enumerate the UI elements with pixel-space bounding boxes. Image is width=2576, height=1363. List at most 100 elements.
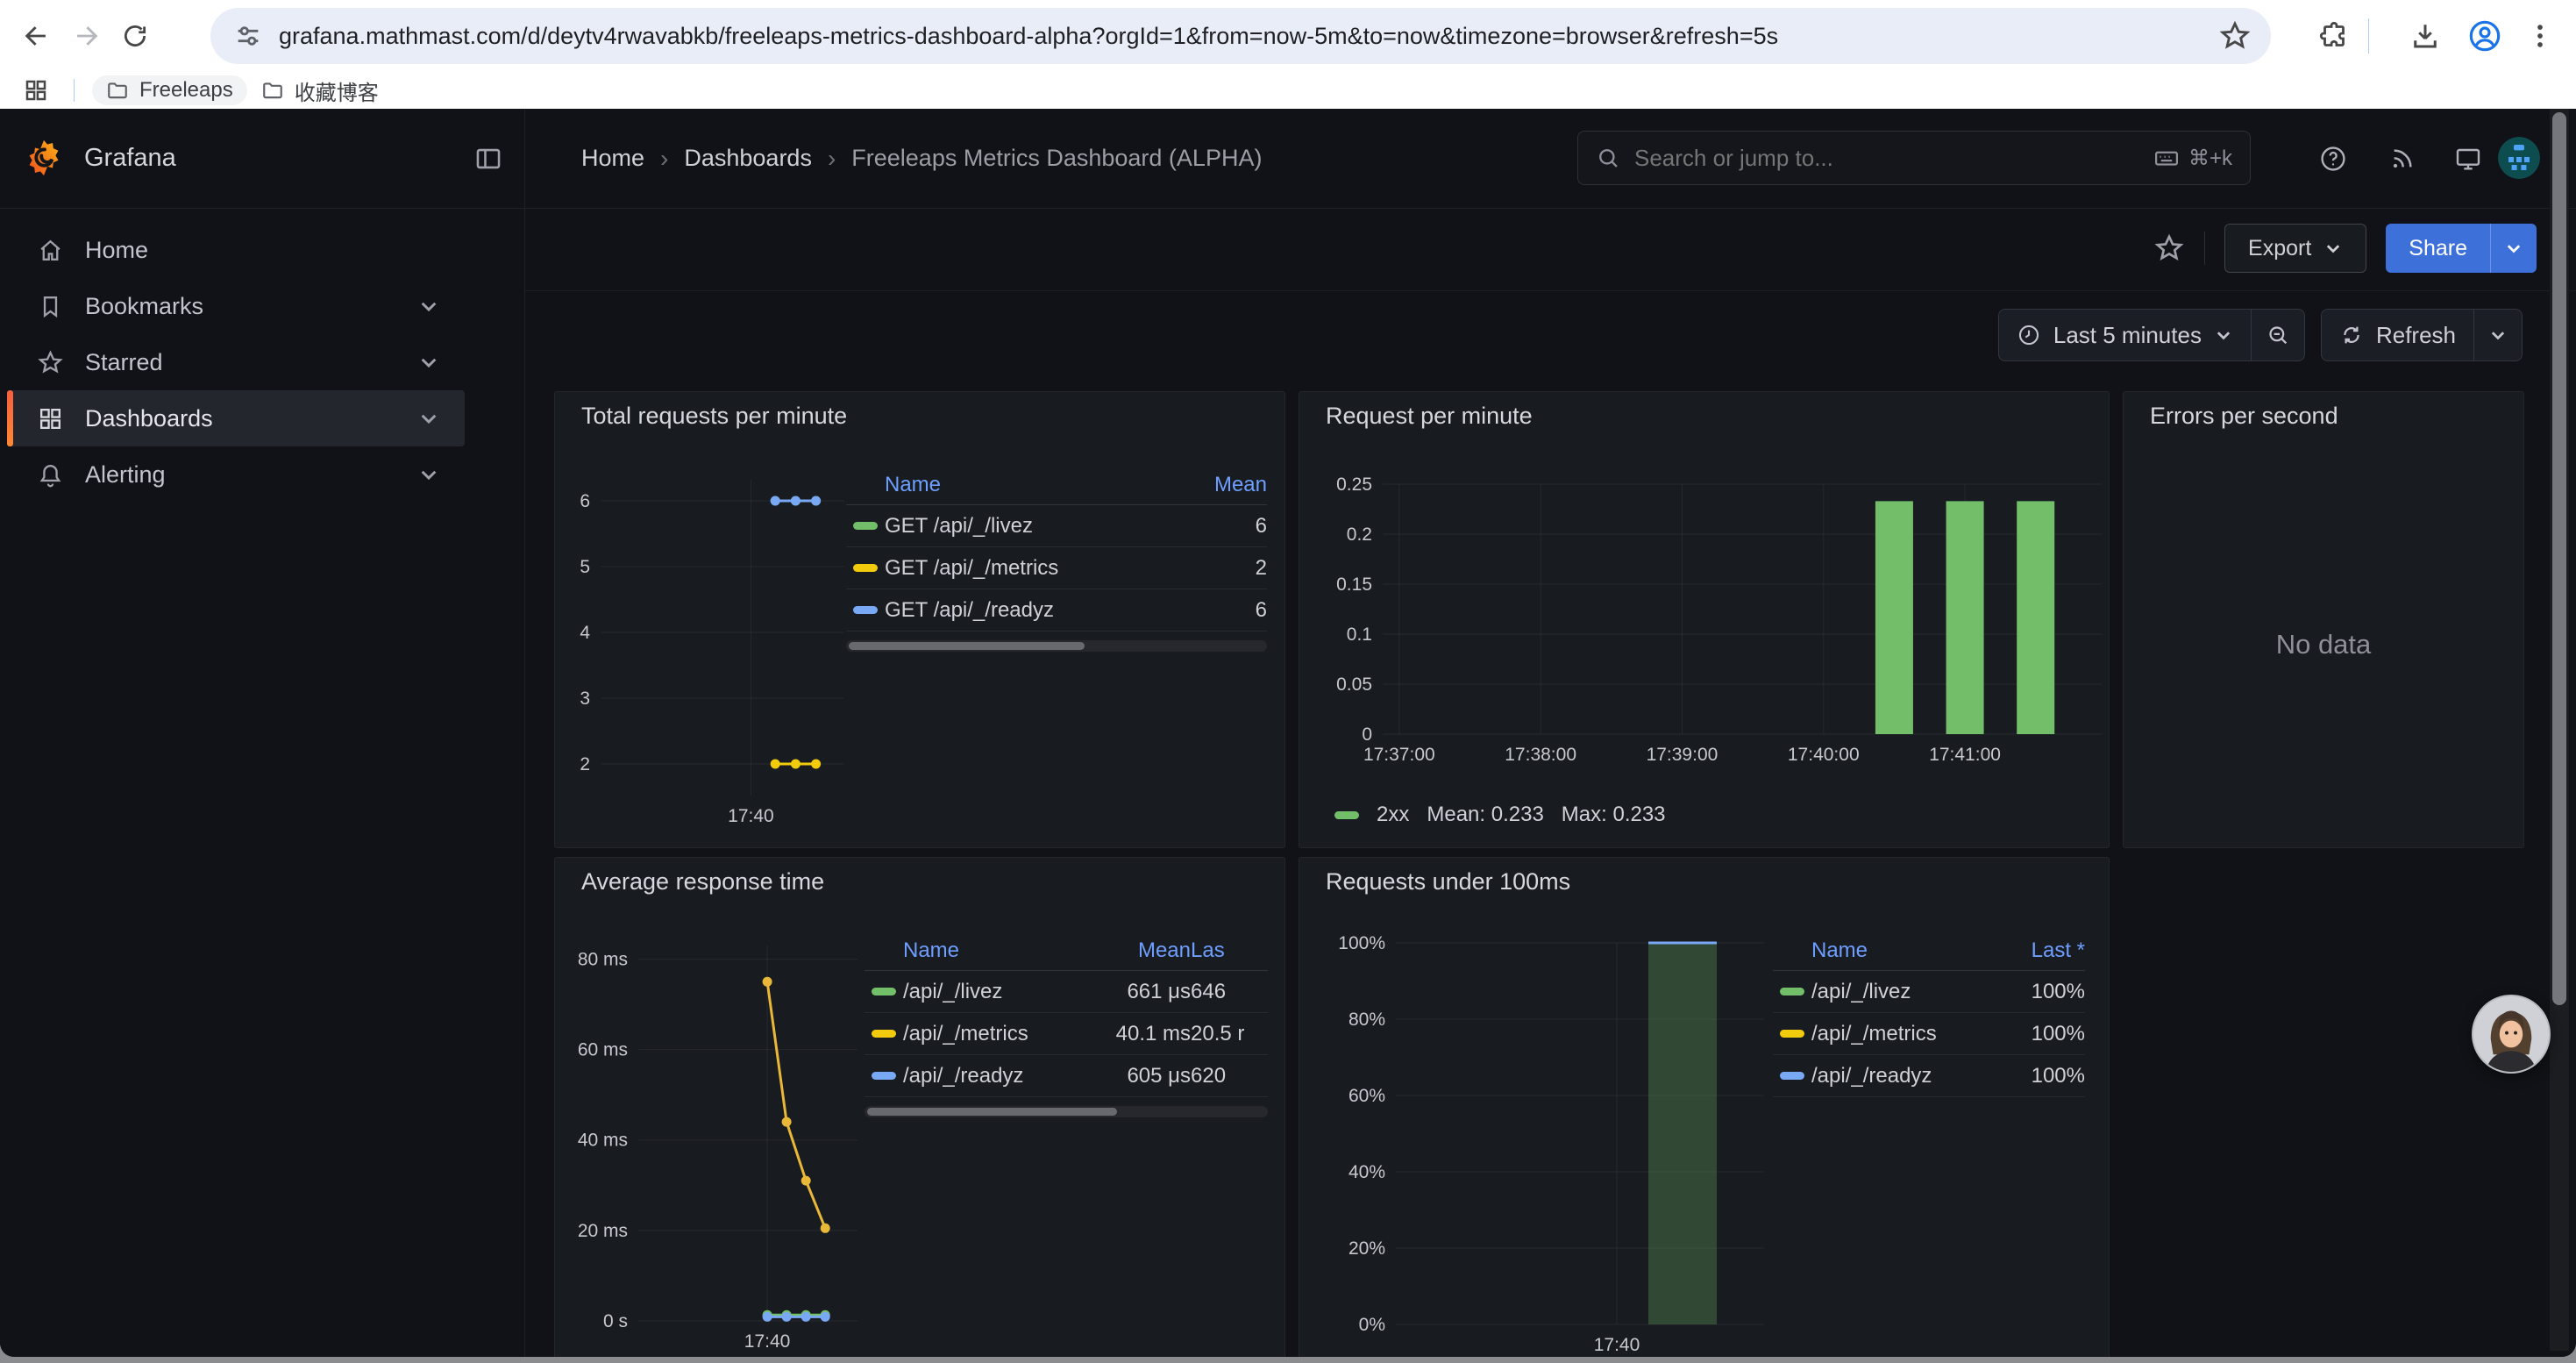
legend-series-name[interactable]: /api/_/metrics xyxy=(1811,1022,2001,1046)
legend-series-name[interactable]: /api/_/metrics xyxy=(903,1022,1087,1046)
chevron-down-icon xyxy=(2488,325,2508,345)
svg-text:0%: 0% xyxy=(1359,1315,1385,1335)
legend-value: 605 μs xyxy=(1087,1064,1191,1088)
bookmark-folder-blogs[interactable]: 收藏博客 xyxy=(247,75,393,105)
panel-title[interactable]: Request per minute xyxy=(1326,403,1533,430)
legend-series-name[interactable]: GET /api/_/readyz xyxy=(885,598,1193,623)
search-box[interactable]: ⌘+k xyxy=(1577,131,2251,185)
apps-icon xyxy=(37,405,64,432)
apps-grid-icon[interactable] xyxy=(23,77,49,103)
panel-title[interactable]: Requests under 100ms xyxy=(1326,868,1570,896)
legend-scrollbar-thumb[interactable] xyxy=(849,642,1085,650)
breadcrumb-separator: › xyxy=(828,145,836,173)
legend-scrollbar[interactable] xyxy=(846,640,1267,652)
sidebar-item-home[interactable]: Home xyxy=(7,222,465,278)
svg-text:80%: 80% xyxy=(1348,1010,1385,1030)
breadcrumb-dashboards[interactable]: Dashboards xyxy=(684,145,812,172)
chevron-down-icon[interactable] xyxy=(417,407,440,430)
legend-table: NameLast */api/_/livez100%/api/_/metrics… xyxy=(1773,931,2085,1097)
legend-header[interactable]: Last * xyxy=(2001,938,2085,963)
bookmark-star-icon[interactable] xyxy=(2218,19,2252,53)
refresh-interval-dropdown[interactable] xyxy=(2474,310,2522,360)
legend-series-name[interactable]: /api/_/livez xyxy=(903,980,1087,1004)
legend-header[interactable]: Mean xyxy=(1087,938,1191,963)
panel-title[interactable]: Average response time xyxy=(581,868,824,896)
chevron-down-icon[interactable] xyxy=(417,295,440,318)
menu-icon[interactable] xyxy=(2525,0,2555,72)
legend-series-name[interactable]: 2xx xyxy=(1377,803,1409,827)
download-icon[interactable] xyxy=(2409,0,2441,72)
breadcrumb-home[interactable]: Home xyxy=(581,145,644,172)
reload-icon[interactable] xyxy=(110,11,160,61)
legend-header[interactable]: Mean xyxy=(1193,473,1267,497)
legend-row: /api/_/readyz605 μs620 xyxy=(865,1055,1268,1097)
svg-text:40 ms: 40 ms xyxy=(578,1131,628,1151)
scrollbar-thumb[interactable] xyxy=(2552,112,2566,1005)
legend-header[interactable]: Name xyxy=(1811,938,2001,963)
chevron-down-icon[interactable] xyxy=(417,463,440,486)
legend-value: 20.5 r xyxy=(1191,1022,1268,1046)
legend-header[interactable]: Name xyxy=(885,473,1193,497)
legend-series-name[interactable]: GET /api/_/metrics xyxy=(885,556,1193,581)
sidebar-item-starred[interactable]: Starred xyxy=(7,334,465,390)
panel-average-response-time: Average response time 0 s20 ms40 ms60 ms… xyxy=(554,857,1285,1357)
dashboard-subtoolbar: Export Share xyxy=(2153,224,2537,273)
legend-series-name[interactable]: /api/_/readyz xyxy=(1811,1064,2001,1088)
time-range-button[interactable]: Last 5 minutes xyxy=(1999,310,2251,360)
screen-icon[interactable] xyxy=(2454,145,2482,173)
forward-icon[interactable] xyxy=(61,11,110,61)
url-bar[interactable]: grafana.mathmast.com/d/deytv4rwavabkb/fr… xyxy=(210,8,2271,64)
zoom-out-button[interactable] xyxy=(2252,310,2304,360)
profile-icon[interactable] xyxy=(2467,0,2502,72)
legend-row: /api/_/metrics40.1 ms20.5 r xyxy=(865,1013,1268,1055)
refresh-button[interactable]: Refresh xyxy=(2322,310,2473,360)
bar-chart[interactable]: 00.050.10.150.20.2517:37:0017:38:0017:39… xyxy=(1299,392,2110,849)
legend-series-name[interactable]: /api/_/livez xyxy=(1811,980,2001,1004)
bookmark-folder-freeleaps[interactable]: Freeleaps xyxy=(92,75,247,105)
share-button[interactable]: Share xyxy=(2386,224,2537,273)
refresh-picker[interactable]: Refresh xyxy=(2321,309,2523,361)
user-avatar[interactable] xyxy=(2498,137,2540,179)
share-dropdown[interactable] xyxy=(2490,224,2537,273)
site-info-icon[interactable] xyxy=(233,21,263,51)
legend-scrollbar[interactable] xyxy=(865,1106,1268,1117)
page-scrollbar[interactable] xyxy=(2550,109,2569,1351)
back-icon[interactable] xyxy=(12,11,61,61)
legend-header[interactable]: Las xyxy=(1191,938,1268,963)
svg-text:17:40: 17:40 xyxy=(1594,1335,1640,1355)
panel-title[interactable]: Errors per second xyxy=(2150,403,2338,430)
extensions-icon[interactable] xyxy=(2318,0,2350,72)
url-text[interactable]: grafana.mathmast.com/d/deytv4rwavabkb/fr… xyxy=(279,23,2218,50)
bookmarks-divider xyxy=(74,79,75,102)
chevron-down-icon xyxy=(2323,239,2343,258)
grafana-header: Grafana Home › Dashboards › Freeleaps Me… xyxy=(0,109,2576,209)
legend-series-name[interactable]: /api/_/readyz xyxy=(903,1064,1087,1088)
sidebar-item-alerting[interactable]: Alerting xyxy=(7,446,465,503)
svg-text:40%: 40% xyxy=(1348,1162,1385,1182)
legend-swatch xyxy=(1334,811,1359,819)
panel-title[interactable]: Total requests per minute xyxy=(581,403,847,430)
sidebar-item-dashboards[interactable]: Dashboards xyxy=(7,390,465,446)
share-button-label[interactable]: Share xyxy=(2386,224,2490,273)
legend-series-name[interactable]: GET /api/_/livez xyxy=(885,514,1193,539)
breadcrumb-current: Freeleaps Metrics Dashboard (ALPHA) xyxy=(851,145,1262,172)
time-range-picker[interactable]: Last 5 minutes xyxy=(1998,309,2305,361)
floating-avatar[interactable] xyxy=(2472,995,2551,1074)
legend-header[interactable]: Name xyxy=(903,938,1087,963)
news-icon[interactable] xyxy=(2388,145,2416,173)
svg-text:5: 5 xyxy=(580,557,590,577)
legend-swatch xyxy=(853,606,878,614)
sidebar-toggle-icon[interactable] xyxy=(473,144,503,174)
legend-value: 40.1 ms xyxy=(1087,1022,1191,1046)
legend-scrollbar-thumb[interactable] xyxy=(867,1108,1117,1116)
search-input[interactable] xyxy=(1633,144,2153,173)
export-button[interactable]: Export xyxy=(2224,224,2366,273)
subtoolbar-divider xyxy=(2204,232,2205,265)
chevron-down-icon[interactable] xyxy=(417,351,440,374)
legend-row: GET /api/_/livez6 xyxy=(846,505,1267,547)
help-icon[interactable] xyxy=(2319,145,2347,173)
breadcrumb: Home › Dashboards › Freeleaps Metrics Da… xyxy=(581,109,1262,208)
favorite-star-icon[interactable] xyxy=(2153,232,2185,264)
sidebar-item-bookmarks[interactable]: Bookmarks xyxy=(7,278,465,334)
brand[interactable]: Grafana xyxy=(25,139,176,177)
